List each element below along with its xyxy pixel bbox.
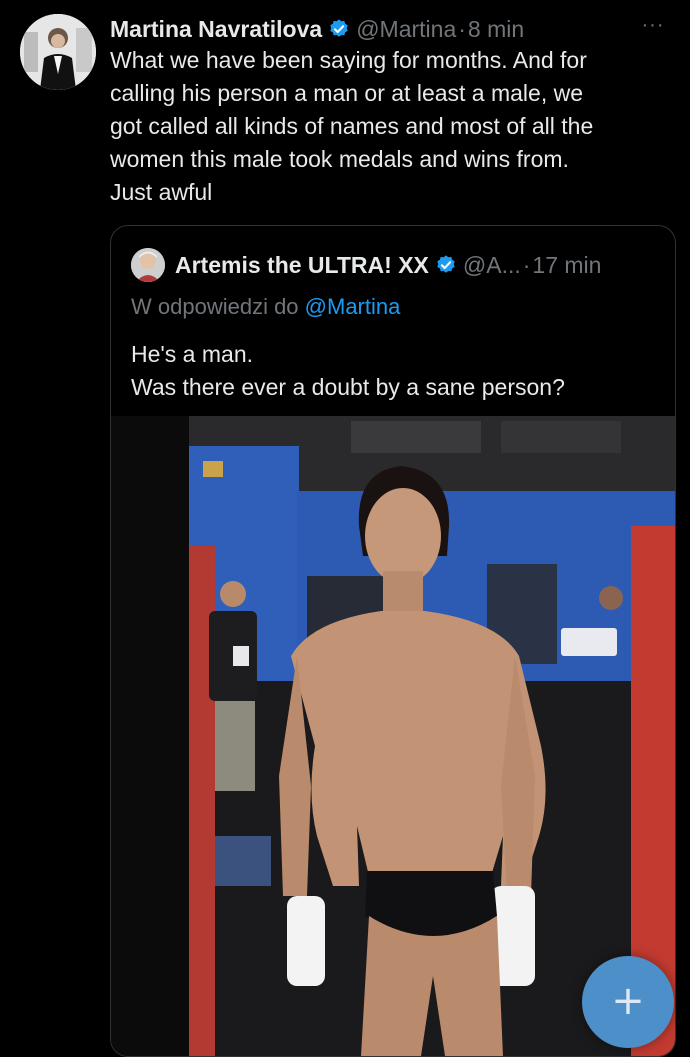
reply-mention-link[interactable]: @Martina [305, 294, 401, 319]
tweet[interactable]: Martina Navratilova @Martina · 8 min ···… [0, 0, 690, 1057]
plus-icon: + [611, 978, 645, 1024]
verified-badge-icon [330, 19, 348, 37]
quoted-tweet[interactable]: Artemis the ULTRA! XX @A... · 17 min W o… [110, 225, 676, 1057]
avatar-photo [20, 14, 96, 90]
quoted-timestamp[interactable]: 17 min [532, 252, 601, 279]
tweet-header: Martina Navratilova @Martina · 8 min [110, 12, 524, 46]
timestamp[interactable]: 8 min [468, 16, 524, 43]
quoted-tweet-text: He's a man. Was there ever a doubt by a … [131, 341, 565, 400]
quoted-tweet-header: Artemis the ULTRA! XX @A... · 17 min [131, 248, 601, 282]
author-avatar[interactable] [20, 14, 96, 90]
separator-dot: · [458, 15, 466, 42]
quoted-separator-dot: · [522, 251, 531, 278]
compose-button[interactable]: + [582, 956, 674, 1048]
quoted-verified-badge-icon [437, 255, 455, 273]
quoted-avatar-photo [131, 248, 165, 282]
more-options-icon[interactable]: ··· [638, 14, 668, 38]
author-name[interactable]: Martina Navratilova [110, 16, 322, 43]
reply-prefix: W odpowiedzi do [131, 294, 305, 319]
quoted-author-name[interactable]: Artemis the ULTRA! XX [175, 252, 429, 279]
quoted-author-avatar[interactable] [131, 248, 165, 282]
reply-context: W odpowiedzi do @Martina [131, 294, 400, 320]
quoted-author-handle[interactable]: @A... [463, 252, 521, 279]
tweet-text: What we have been saying for months. And… [110, 47, 594, 205]
author-handle[interactable]: @Martina [356, 16, 456, 43]
